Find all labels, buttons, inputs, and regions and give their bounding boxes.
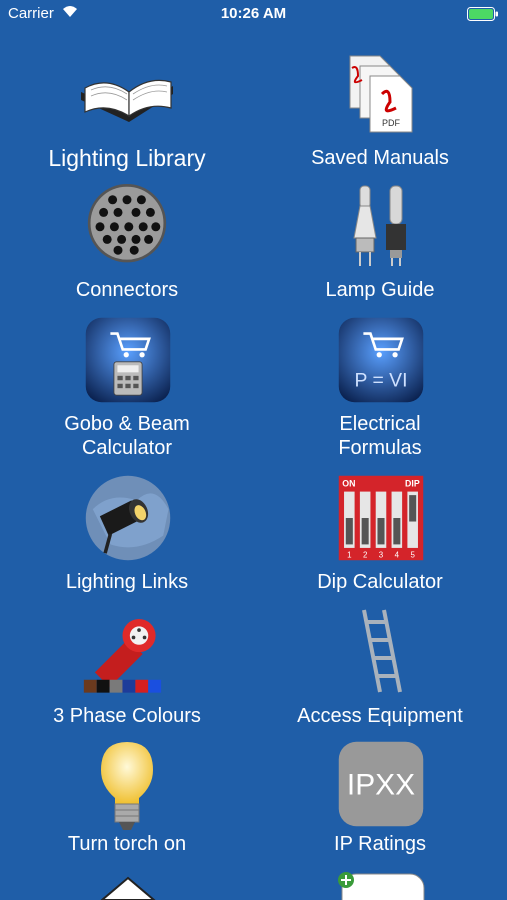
tile-lighting-links[interactable]: Lighting Links xyxy=(0,474,254,602)
ip-text: IPXX xyxy=(347,769,415,802)
tile-gobo-beam-calculator[interactable]: Gobo & Beam Calculator xyxy=(0,316,254,459)
dip-dip-text: DIP xyxy=(405,478,420,488)
tile-label: Dip Calculator xyxy=(317,571,443,593)
pvi-cart-icon: P = VI xyxy=(338,317,424,403)
tile-saved-manuals[interactable]: PDF Saved Manuals xyxy=(253,50,507,178)
tile-access-equipment[interactable]: Access Equipment xyxy=(253,608,507,736)
tile-label: Saved Manuals xyxy=(311,147,449,169)
tile-3-phase-colours[interactable]: 3 Phase Colours xyxy=(0,608,254,736)
book-icon xyxy=(81,79,173,122)
tile-label-text: Gobo & Beam Calculator xyxy=(64,413,190,459)
tile-label: Lighting Links xyxy=(65,571,189,593)
pvi-text: P = VI xyxy=(355,369,408,391)
ladder-icon xyxy=(362,609,402,693)
tile-label-text: Electrical Formulas xyxy=(338,413,422,459)
dip-on-text: ON xyxy=(342,478,355,488)
tile-ip-ratings[interactable]: IPXX IP Ratings xyxy=(253,740,507,868)
tile-label: 3 Phase Colours xyxy=(53,705,201,727)
tile-dip-calculator[interactable]: ON DIP 1 2 3 4 5 Dip Calculator xyxy=(253,474,507,602)
spotlight-icon xyxy=(85,475,171,561)
tile-label: Connectors xyxy=(75,279,179,301)
lamps-icon xyxy=(353,185,406,266)
tile-connectors[interactable]: Connectors xyxy=(0,182,254,310)
dip-number: 2 xyxy=(363,551,367,560)
tile-label: Lamp Guide xyxy=(325,279,435,301)
tile-label: Access Equipment xyxy=(297,705,463,727)
tile-label: Electrical Formulas xyxy=(253,412,507,460)
pdf-text: PDF xyxy=(382,118,401,128)
tile-lighting-library[interactable]: Lighting Library xyxy=(0,50,254,178)
dip-number: 1 xyxy=(347,551,352,560)
dip-number: 4 xyxy=(395,551,400,560)
dip-switch-icon: ON DIP 1 2 3 4 5 xyxy=(338,475,424,561)
tile-turn-torch-on[interactable]: Turn torch on xyxy=(0,740,254,868)
tile-label: Gobo & Beam Calculator xyxy=(0,412,254,460)
three-phase-plug-icon xyxy=(83,619,162,693)
calculator-cart-icon xyxy=(85,317,171,403)
tile-label: IP Ratings xyxy=(334,833,426,855)
add-item-icon[interactable] xyxy=(336,870,426,900)
multipin-connector-icon xyxy=(87,184,167,263)
dip-number: 5 xyxy=(410,551,415,560)
tile-lamp-guide[interactable]: Lamp Guide xyxy=(253,182,507,310)
dip-number: 3 xyxy=(379,551,384,560)
tile-label: Turn torch on xyxy=(67,833,187,855)
ip-rating-icon: IPXX xyxy=(338,741,424,827)
tile-electrical-formulas[interactable]: P = VI Electrical Formulas xyxy=(253,316,507,459)
warning-icon[interactable] xyxy=(100,876,156,900)
tool-grid: Lighting Library PDF Saved Manuals Conne… xyxy=(0,0,507,900)
tile-label: Lighting Library xyxy=(48,145,206,171)
light-bulb-icon xyxy=(101,742,153,830)
pdf-documents-icon: PDF xyxy=(349,55,413,133)
